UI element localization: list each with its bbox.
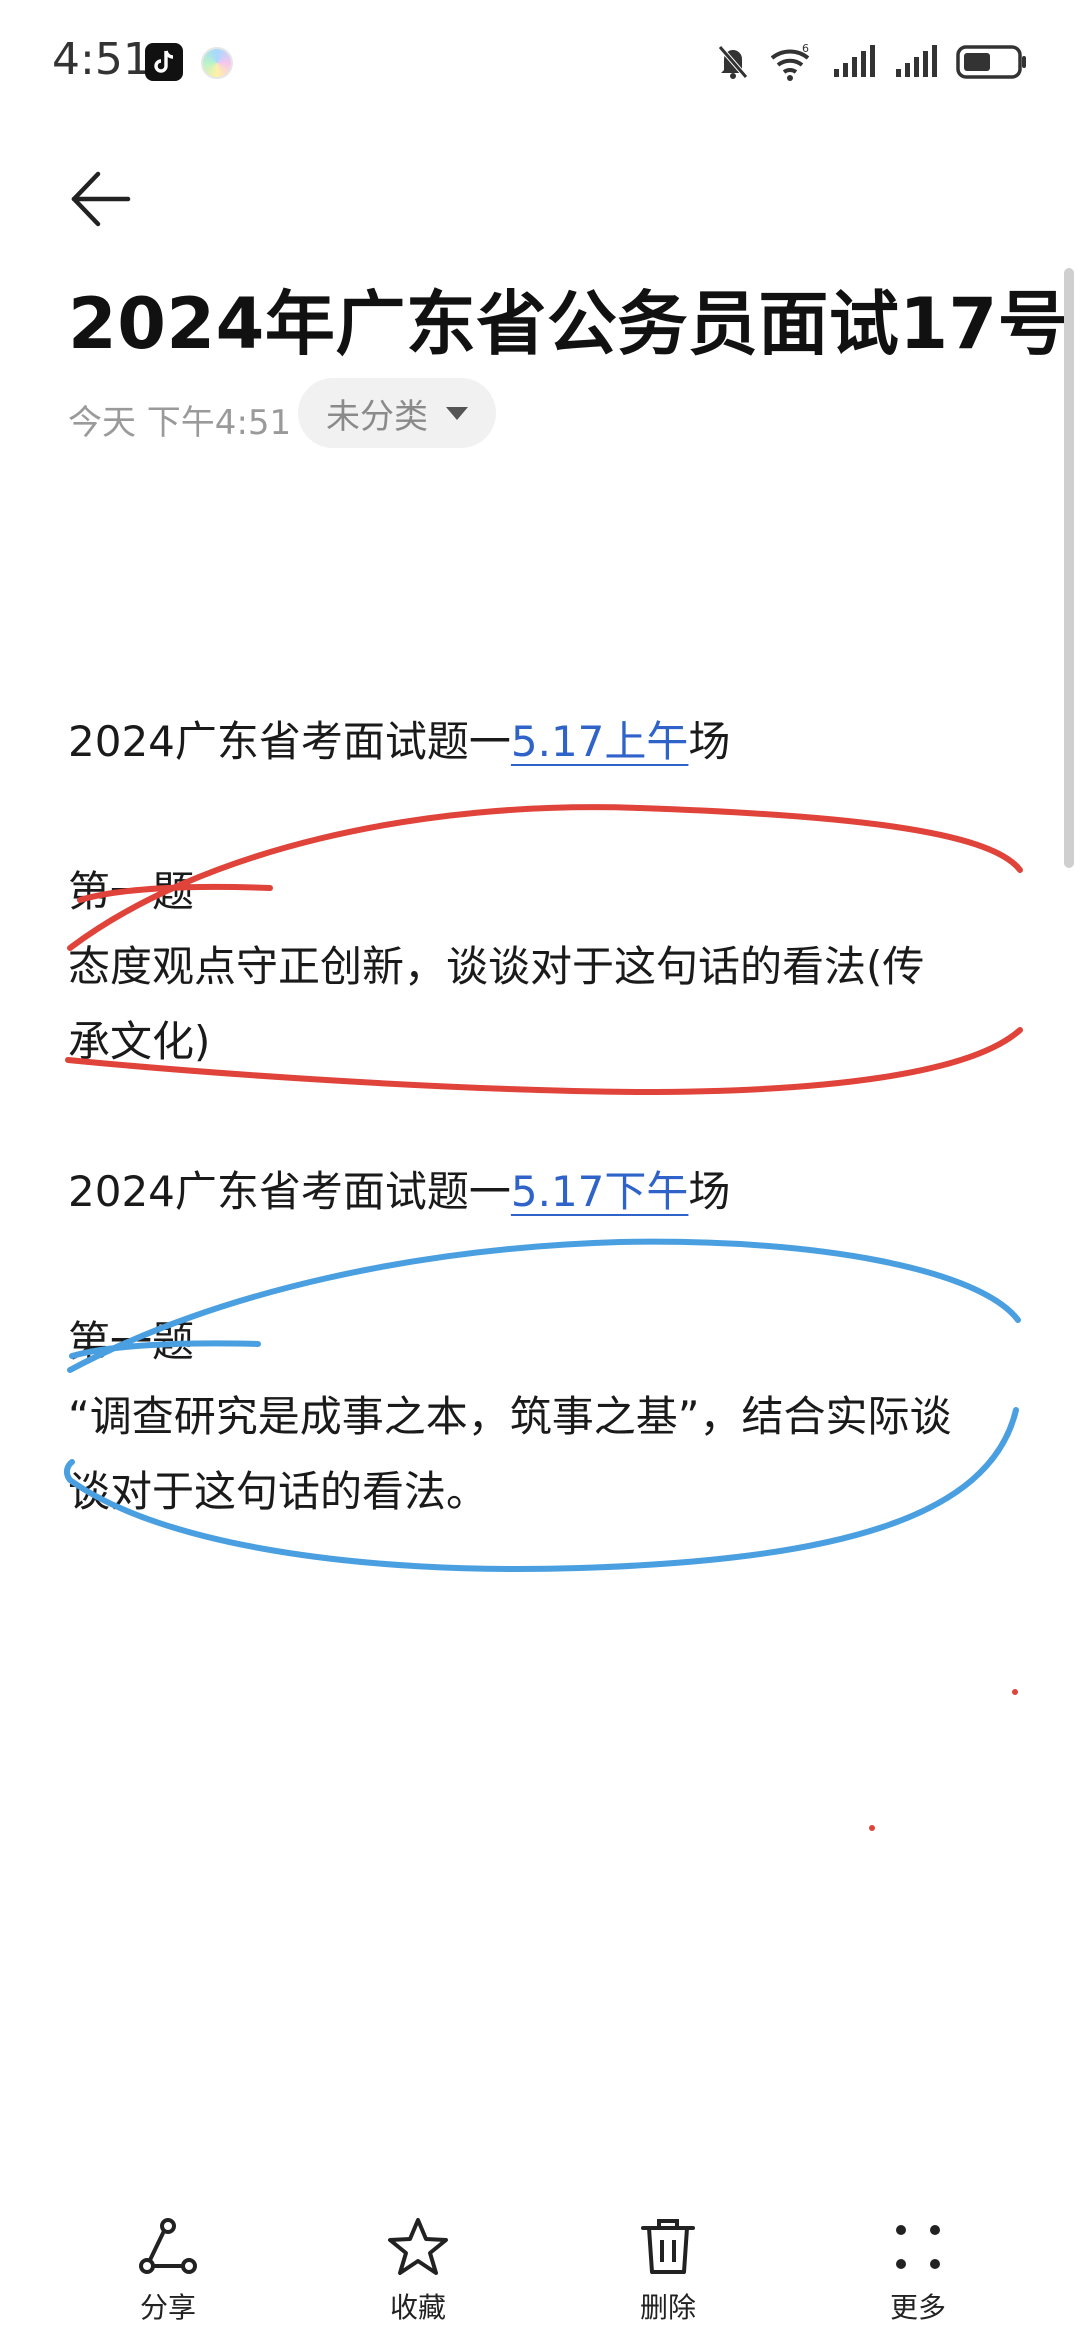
status-icons: 6	[716, 40, 1028, 84]
share-button[interactable]: 分享	[88, 2214, 248, 2326]
mute-bell-icon	[718, 45, 748, 79]
section-heading: 2024广东省考面试题一5.17下午场	[68, 1158, 730, 1219]
time-link[interactable]: 5.17下午	[511, 1167, 689, 1216]
heading-suffix: 场	[688, 1167, 731, 1216]
delete-label: 删除	[639, 2291, 696, 2324]
app-icon	[201, 47, 233, 79]
signal-icon	[896, 45, 937, 77]
question-text: 承文化)	[68, 1017, 211, 1066]
note-date: 今天 下午4:51	[68, 403, 292, 443]
caret-down-icon	[446, 406, 468, 420]
favorite-button[interactable]: 收藏	[338, 2214, 498, 2326]
question-text: 态度观点守正创新，谈谈对于这句话的看法(传	[68, 942, 925, 991]
tiktok-icon	[145, 43, 183, 81]
category-dropdown[interactable]: 未分类	[298, 378, 496, 448]
section-heading: 2024广东省考面试题一5.17上午场	[68, 708, 730, 769]
svg-text:6: 6	[802, 42, 809, 55]
heading-suffix: 场	[688, 717, 731, 766]
question-text: 谈对于这句话的看法。	[68, 1467, 489, 1516]
arrow-left-icon	[71, 171, 131, 227]
favorite-label: 收藏	[389, 2291, 446, 2324]
bottom-toolbar: 分享 收藏 删除 更多	[0, 2200, 1080, 2331]
question-label: 第一题	[68, 867, 195, 916]
star-icon	[388, 2218, 448, 2275]
question-text: “调查研究是成事之本，筑事之基”，结合实际谈	[68, 1392, 952, 1441]
signal-icon	[834, 45, 875, 77]
scrollbar[interactable]	[1064, 268, 1074, 868]
more-label: 更多	[889, 2291, 946, 2324]
share-label: 分享	[139, 2291, 196, 2324]
battery-icon	[956, 45, 1026, 79]
heading-text: 2024广东省考面试题一	[68, 1167, 511, 1216]
trash-icon	[641, 2219, 695, 2274]
category-label: 未分类	[326, 396, 428, 437]
heading-text: 2024广东省考面试题一	[68, 717, 511, 766]
red-ink-dot	[869, 1825, 875, 1831]
status-time: 4:51	[52, 34, 151, 85]
wifi-icon: 6	[770, 42, 810, 81]
more-button[interactable]: 更多	[838, 2214, 998, 2326]
time-link[interactable]: 5.17上午	[511, 717, 689, 766]
delete-button[interactable]: 删除	[588, 2214, 748, 2326]
share-icon	[139, 2218, 197, 2274]
note-title[interactable]: 2024年广东省公务员面试17号	[68, 268, 1068, 369]
question-label: 第一题	[68, 1317, 195, 1366]
back-button[interactable]	[62, 160, 140, 238]
more-icon	[896, 2225, 940, 2269]
red-ink-dot	[1012, 1689, 1018, 1695]
